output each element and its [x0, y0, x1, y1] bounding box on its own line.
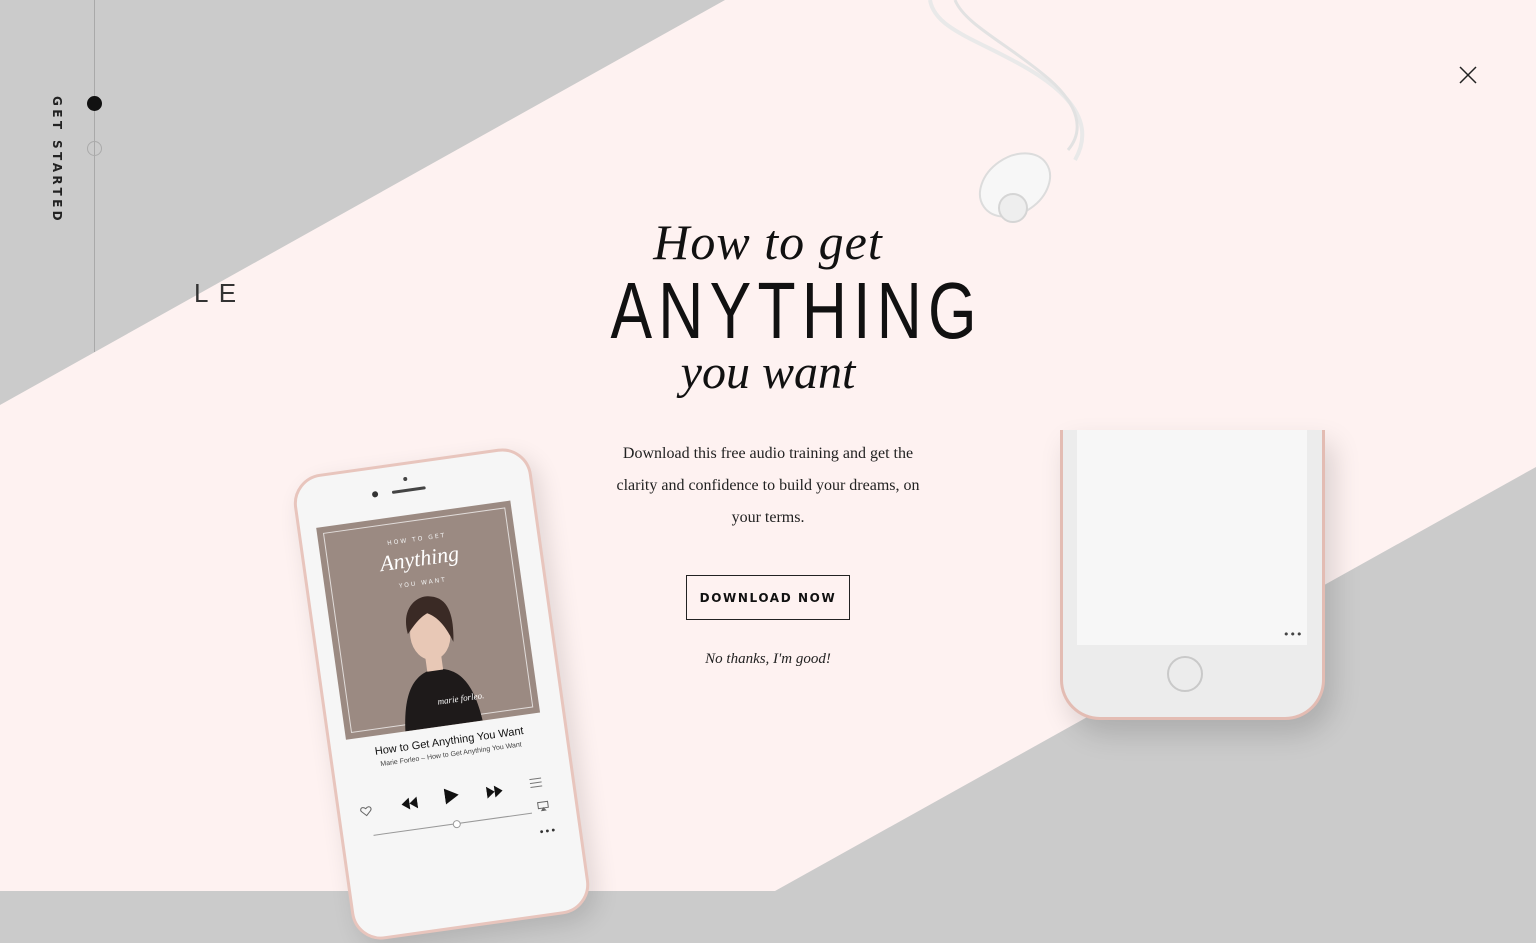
home-button: [1167, 656, 1203, 692]
close-button[interactable]: [1455, 62, 1481, 88]
more-icon[interactable]: •••: [538, 825, 557, 838]
progress-knob[interactable]: [452, 819, 462, 829]
step-dot-active[interactable]: [87, 96, 102, 111]
headline-line1: How to get: [653, 214, 883, 270]
portrait-image: [405, 596, 483, 732]
modal-headline: How to get ANYTHING you want: [566, 212, 983, 400]
album-art: HOW TO GET Anything YOU WANT marie forle…: [316, 500, 541, 740]
step-dot-inactive[interactable]: [87, 141, 102, 156]
download-now-button[interactable]: DOWNLOAD NOW: [686, 575, 850, 620]
more-icon: •••: [1283, 628, 1303, 641]
list-icon[interactable]: [529, 777, 543, 789]
get-started-label: GET STARTED: [50, 96, 64, 225]
background-phone: •••: [1060, 430, 1325, 720]
airplay-icon[interactable]: [536, 800, 549, 812]
fast-forward-icon[interactable]: [485, 785, 504, 799]
camera-icon: [371, 490, 379, 498]
speaker-grille: [391, 486, 426, 494]
no-thanks-link[interactable]: No thanks, I'm good!: [620, 651, 916, 668]
play-icon[interactable]: [443, 787, 460, 805]
headline-line2: ANYTHING: [610, 266, 983, 355]
rewind-icon[interactable]: [401, 796, 419, 810]
heart-icon[interactable]: [359, 805, 373, 819]
progress-rail: [94, 0, 95, 352]
close-icon: [1459, 66, 1477, 84]
modal-description: Download this free audio training and ge…: [616, 445, 920, 526]
background-heading-peek: L E: [194, 278, 239, 308]
